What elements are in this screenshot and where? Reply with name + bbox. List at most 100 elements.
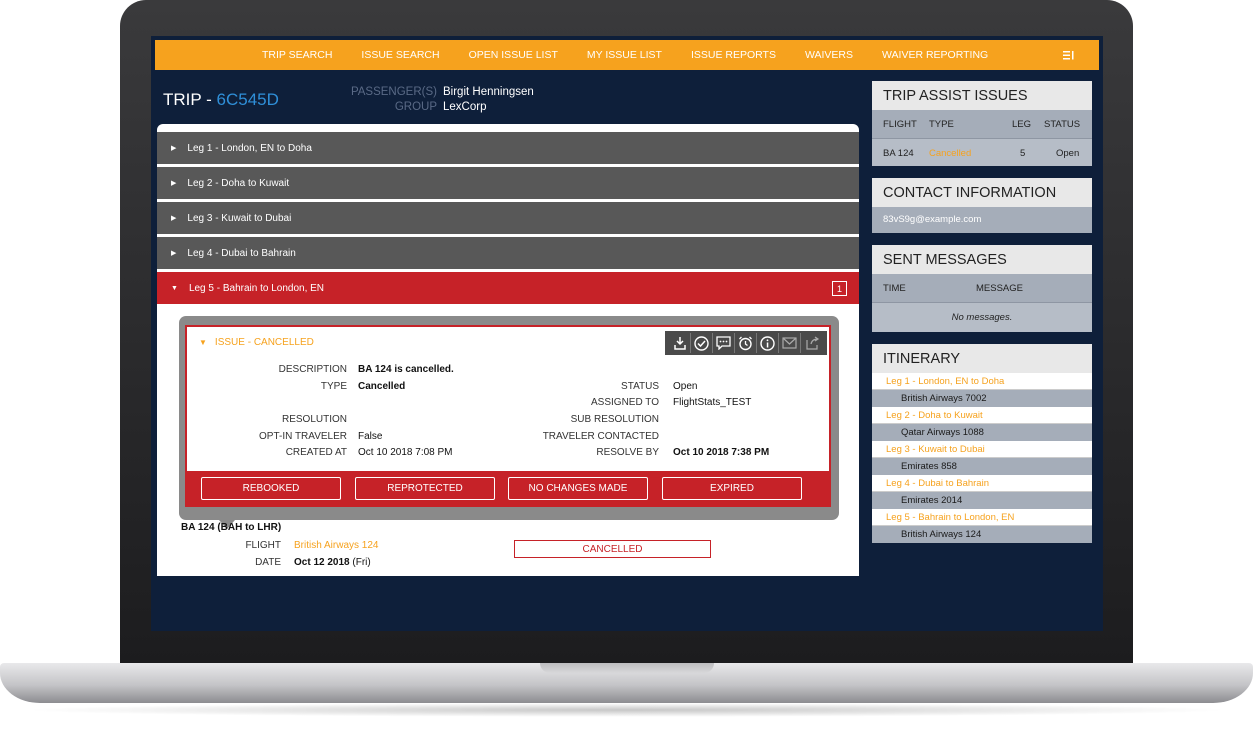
nav-my-issue-list[interactable]: MY ISSUE LIST	[587, 49, 662, 61]
leg-label: Leg 5 - Bahrain to London, EN	[188, 282, 325, 294]
flight-status-box: CANCELLED	[514, 540, 711, 558]
flight-value[interactable]: British Airways 124	[294, 540, 378, 551]
messages-header-row: TIME MESSAGE	[872, 274, 1092, 302]
issue-card: ▼ ISSUE - CANCELLED DESCRIPTION BA 124 is…	[179, 316, 839, 520]
col-time: TIME	[883, 283, 906, 294]
contact-email[interactable]: 83vS9g@example.com	[872, 207, 1092, 225]
app-screen: TRIP SEARCH ISSUE SEARCH OPEN ISSUE LIST…	[151, 36, 1103, 631]
top-navigation: TRIP SEARCH ISSUE SEARCH OPEN ISSUE LIST…	[155, 40, 1099, 70]
itinerary-leg-1[interactable]: Leg 1 - London, EN to Doha	[872, 373, 1092, 390]
assigned-value: FlightStats_TEST	[673, 397, 752, 408]
caret-right-icon: ▶	[171, 180, 177, 187]
itinerary-flight-3: Emirates 858	[872, 458, 1092, 475]
itinerary-leg-2[interactable]: Leg 2 - Doha to Kuwait	[872, 407, 1092, 424]
flight-heading: BA 124 (BAH to LHR)	[181, 522, 282, 533]
optin-label: OPT-IN TRAVELER	[259, 431, 347, 442]
trip-legs-panel: ▶ Leg 1 - London, EN to Doha ▶ Leg 2 - Doh…	[157, 124, 859, 576]
alarm-clock-icon[interactable]	[735, 333, 757, 353]
passenger-row: PASSENGER(S) Birgit Henningsen	[337, 86, 534, 98]
itinerary-title: ITINERARY	[872, 344, 1092, 373]
trip-assist-row[interactable]: BA 124 Cancelled 5 Open	[872, 138, 1092, 166]
caret-right-icon: ▶	[171, 215, 177, 222]
resolve-by-label: RESOLVE BY	[596, 447, 659, 458]
info-icon[interactable]	[757, 333, 779, 353]
issue-action-bar: REBOOKED REPROTECTED NO CHANGES MADE EXP…	[185, 471, 831, 507]
created-value: Oct 10 2018 7:08 PM	[358, 447, 453, 458]
col-status: STATUS	[1044, 119, 1081, 130]
laptop-notch	[540, 663, 714, 673]
no-changes-made-button[interactable]: NO CHANGES MADE	[508, 477, 648, 500]
date-label: DATE	[255, 557, 281, 568]
row-type: Cancelled	[929, 148, 972, 159]
check-circle-icon[interactable]	[691, 333, 713, 353]
itinerary-flight-4: Emirates 2014	[872, 492, 1092, 509]
caret-right-icon: ▶	[171, 250, 177, 257]
caret-right-icon: ▶	[171, 145, 177, 152]
leg-label: Leg 4 - Dubai to Bahrain	[187, 247, 296, 259]
col-type: TYPE	[929, 119, 954, 130]
leg-label: Leg 1 - London, EN to Doha	[187, 142, 312, 154]
resolve-by-value: Oct 10 2018 7:38 PM	[673, 447, 770, 458]
reprotected-button[interactable]: REPROTECTED	[355, 477, 495, 500]
trip-code[interactable]: 6C545D	[217, 90, 279, 109]
download-icon[interactable]	[669, 333, 691, 353]
messages-title: SENT MESSAGES	[872, 245, 1092, 274]
menu-icon[interactable]	[1063, 49, 1075, 61]
share-icon[interactable]	[801, 333, 823, 353]
comment-icon[interactable]	[713, 333, 735, 353]
rebooked-button[interactable]: REBOOKED	[201, 477, 341, 500]
nav-issue-reports[interactable]: ISSUE REPORTS	[691, 49, 776, 61]
col-flight: FLIGHT	[883, 119, 917, 130]
trip-label: TRIP -	[163, 90, 217, 109]
itinerary-leg-4[interactable]: Leg 4 - Dubai to Bahrain	[872, 475, 1092, 492]
optin-value: False	[358, 431, 383, 442]
trip-assist-header-row: FLIGHT TYPE LEG STATUS	[872, 110, 1092, 138]
group-value: LexCorp	[443, 101, 487, 113]
issue-details: ▼ ISSUE - CANCELLED DESCRIPTION BA 124 is…	[185, 325, 831, 471]
trip-assist-issues-panel: TRIP ASSIST ISSUES FLIGHT TYPE LEG STATU…	[872, 81, 1092, 166]
nav-waiver-reporting[interactable]: WAIVER REPORTING	[882, 49, 988, 61]
nav-open-issue-list[interactable]: OPEN ISSUE LIST	[469, 49, 558, 61]
messages-empty: No messages.	[872, 302, 1092, 332]
itinerary-leg-5[interactable]: Leg 5 - Bahrain to London, EN	[872, 509, 1092, 526]
status-label: STATUS	[621, 381, 659, 392]
caret-down-icon: ▼	[199, 338, 207, 347]
leg-row-2[interactable]: ▶ Leg 2 - Doha to Kuwait	[157, 167, 859, 199]
type-label: TYPE	[320, 381, 347, 392]
leg-label: Leg 2 - Doha to Kuwait	[187, 177, 290, 189]
leg-label: Leg 3 - Kuwait to Dubai	[187, 212, 292, 224]
passenger-label: PASSENGER(S)	[350, 86, 437, 98]
nav-waivers[interactable]: WAIVERS	[805, 49, 853, 61]
nav-trip-search[interactable]: TRIP SEARCH	[262, 49, 332, 61]
trip-title: TRIP - 6C545D	[163, 90, 279, 110]
assigned-label: ASSIGNED TO	[591, 397, 659, 408]
contact-information-panel: CONTACT INFORMATION 83vS9g@example.com	[872, 178, 1092, 233]
envelope-icon[interactable]	[779, 333, 801, 353]
contact-title: CONTACT INFORMATION	[872, 178, 1092, 207]
expired-button[interactable]: EXPIRED	[662, 477, 802, 500]
leg-row-4[interactable]: ▶ Leg 4 - Dubai to Bahrain	[157, 237, 859, 269]
issue-toolbar	[665, 331, 827, 355]
issue-title-text: ISSUE - CANCELLED	[214, 337, 314, 348]
col-message: MESSAGE	[976, 283, 1023, 294]
date-day: (Fri)	[349, 557, 371, 568]
date-value-wrap: Oct 12 2018 (Fri)	[294, 557, 371, 568]
description-label: DESCRIPTION	[278, 364, 347, 375]
row-flight: BA 124	[883, 148, 914, 159]
leg-row-5[interactable]: ▼ Leg 5 - Bahrain to London, EN 1	[157, 272, 859, 304]
col-leg: LEG	[1012, 119, 1032, 130]
trip-assist-title: TRIP ASSIST ISSUES	[872, 81, 1092, 110]
issue-title[interactable]: ▼ ISSUE - CANCELLED	[199, 337, 314, 348]
leg-row-1[interactable]: ▶ Leg 1 - London, EN to Doha	[157, 132, 859, 164]
leg-row-3[interactable]: ▶ Leg 3 - Kuwait to Dubai	[157, 202, 859, 234]
laptop-shadow	[20, 703, 1233, 717]
row-leg: 5	[1020, 148, 1026, 159]
itinerary-leg-3[interactable]: Leg 3 - Kuwait to Dubai	[872, 441, 1092, 458]
status-value: Open	[673, 381, 698, 392]
resolution-label: RESOLUTION	[281, 414, 347, 425]
itinerary-flight-1: British Airways 7002	[872, 390, 1092, 407]
nav-issue-search[interactable]: ISSUE SEARCH	[361, 49, 439, 61]
group-label: GROUP	[394, 101, 437, 113]
itinerary-flight-5: British Airways 124	[872, 526, 1092, 543]
issue-count-badge: 1	[832, 281, 847, 296]
